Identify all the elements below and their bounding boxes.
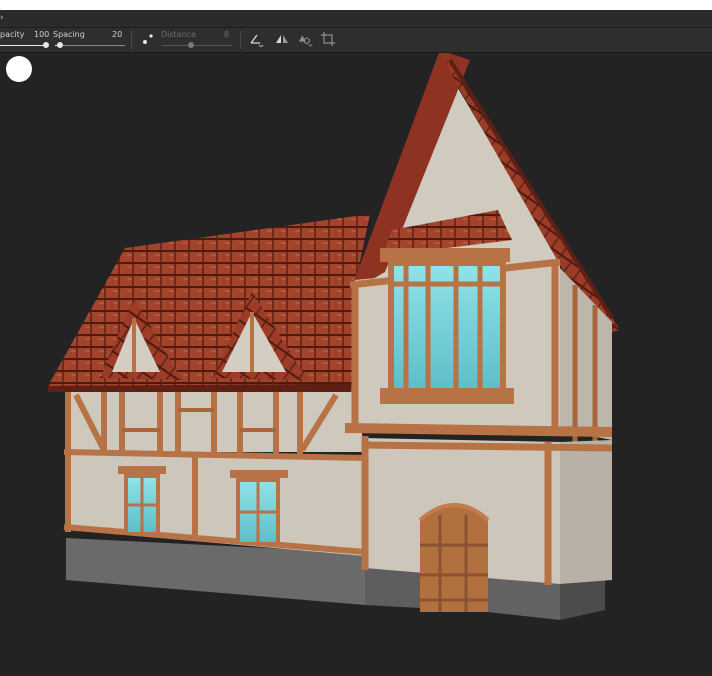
distance-value: 8 (224, 30, 230, 39)
spacing-slider-knob[interactable] (57, 42, 63, 48)
brush-properties-toolbar: pacity 100 Spacing 20 Distance 8 (0, 28, 712, 53)
brush-dots-icon[interactable] (140, 31, 156, 47)
opacity-label: pacity (0, 30, 25, 39)
distance-slider-track (162, 45, 232, 46)
toolbar-separator (131, 31, 132, 49)
menu-chevron-icon[interactable]: › (0, 13, 4, 23)
distance-slider-knob (188, 42, 194, 48)
angle-icon[interactable] (248, 31, 264, 47)
opacity-slider-fill (0, 45, 46, 46)
crop-icon[interactable] (320, 31, 336, 47)
toolbar-separator (240, 31, 241, 49)
opacity-value[interactable]: 100 (34, 30, 49, 39)
spacing-value[interactable]: 20 (112, 30, 122, 39)
symmetry-icon[interactable] (297, 31, 313, 47)
mirror-icon[interactable] (274, 31, 290, 47)
spacing-slider-track[interactable] (55, 45, 125, 46)
distance-label: Distance (161, 30, 196, 39)
house-model-render (48, 53, 620, 620)
window-top-frame (0, 0, 712, 10)
menu-bar: › (0, 10, 712, 28)
spacing-label: Spacing (53, 30, 85, 39)
3d-viewport[interactable] (0, 53, 712, 676)
opacity-slider-knob[interactable] (43, 42, 49, 48)
